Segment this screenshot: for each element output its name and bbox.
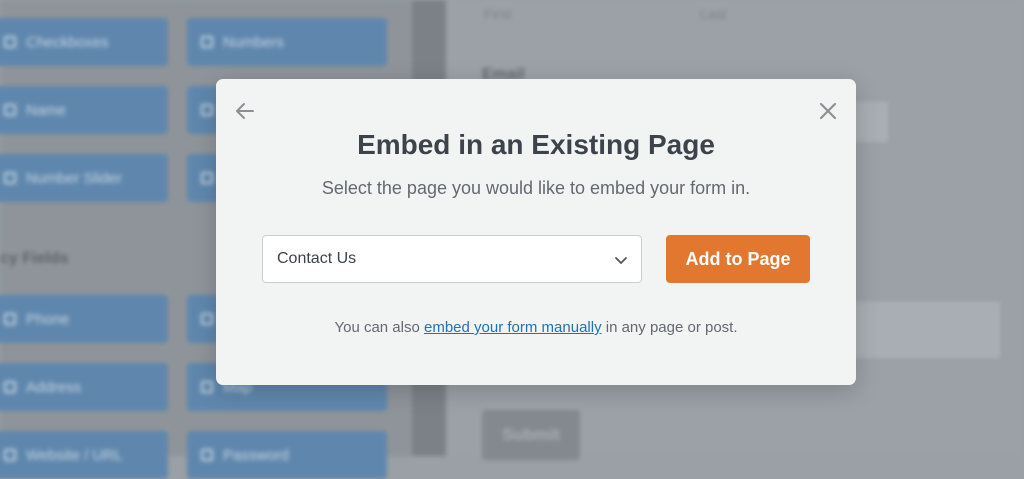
chevron-down-icon bbox=[615, 257, 627, 264]
modal-title: Embed in an Existing Page bbox=[357, 129, 715, 160]
map-pin-icon bbox=[4, 381, 16, 393]
arrow-left-icon bbox=[236, 103, 254, 119]
close-button[interactable] bbox=[816, 99, 840, 123]
footnote-prefix: You can also bbox=[334, 319, 424, 336]
submit-button-preview: Submit bbox=[482, 410, 580, 460]
modal-subtitle: Select the page you would like to embed … bbox=[321, 178, 751, 198]
page-select[interactable]: Contact Us bbox=[262, 235, 642, 283]
field-button-numbers[interactable]: Numbers bbox=[187, 18, 387, 66]
map-icon bbox=[201, 381, 213, 393]
field-button-label: Password bbox=[223, 446, 289, 464]
embed-manually-note: You can also embed your form manually in… bbox=[216, 319, 856, 336]
footnote-suffix: in any page or post. bbox=[601, 319, 738, 336]
field-button-phone[interactable]: Phone bbox=[0, 295, 168, 343]
checkbox-icon bbox=[4, 36, 16, 48]
add-to-page-button[interactable]: Add to Page bbox=[666, 235, 810, 283]
field-icon bbox=[201, 172, 213, 184]
field-icon bbox=[201, 104, 213, 116]
field-button-label: Website / URL bbox=[26, 446, 123, 464]
field-button-address[interactable]: Address bbox=[0, 363, 168, 411]
field-button-label: Checkboxes bbox=[26, 33, 109, 51]
phone-icon bbox=[4, 313, 16, 325]
field-button-label: Number Slider bbox=[26, 169, 122, 187]
user-icon bbox=[4, 104, 16, 116]
field-button-label: Phone bbox=[26, 310, 70, 328]
field-button-website[interactable]: Website / URL bbox=[0, 431, 168, 479]
embed-manually-link[interactable]: embed your form manually bbox=[424, 319, 602, 336]
first-name-sublabel: First bbox=[484, 6, 512, 22]
link-icon bbox=[4, 449, 16, 461]
fancy-fields-title: cy Fields bbox=[0, 250, 69, 267]
field-button-password[interactable]: Password bbox=[187, 431, 387, 479]
field-icon bbox=[201, 313, 213, 325]
field-button-label: Name bbox=[26, 101, 67, 119]
back-button[interactable] bbox=[233, 99, 257, 123]
field-button-name[interactable]: Name bbox=[0, 86, 168, 134]
last-name-sublabel: Last bbox=[700, 6, 727, 22]
field-button-label: Numbers bbox=[223, 33, 284, 51]
lock-icon bbox=[201, 449, 213, 461]
close-icon bbox=[819, 102, 837, 120]
slider-icon bbox=[4, 172, 16, 184]
field-button-label: Address bbox=[26, 378, 82, 396]
field-button-number-slider[interactable]: Number Slider bbox=[0, 154, 168, 202]
embed-modal: Embed in an Existing Page Select the pag… bbox=[216, 79, 856, 385]
field-button-checkboxes[interactable]: Checkboxes bbox=[0, 18, 168, 66]
hash-icon bbox=[201, 36, 213, 48]
page-select-value: Contact Us bbox=[277, 250, 357, 267]
